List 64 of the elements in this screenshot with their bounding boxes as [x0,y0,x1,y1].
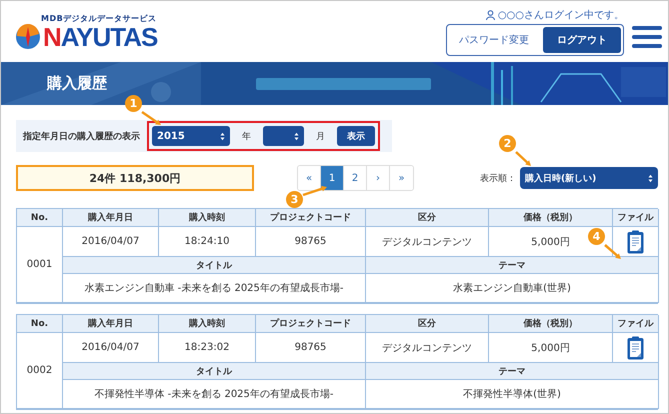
column-header: プロジェクトコード [256,209,366,227]
column-header: 購入時刻 [159,209,256,227]
logout-button[interactable]: ログアウト [543,26,621,52]
caret-icon [648,174,653,182]
column-header: No. [17,209,63,227]
column-header: テーマ [366,363,659,380]
table-cell: 0001 [17,227,63,303]
login-status: ○○○さんログイン中です。 [498,8,624,22]
table-cell: 98765 [256,333,366,363]
year-unit: 年 [241,130,252,142]
month-select[interactable] [263,126,304,146]
filter-label: 指定年月日の購入履歴の表示 [23,130,140,142]
logo-tagline: MDBデジタルデータサービス [41,13,158,24]
column-header: 区分 [366,315,489,333]
column-header: テーマ [366,257,659,274]
month-unit: 月 [315,130,326,142]
table-cell: 18:23:02 [159,333,256,363]
caret-icon [294,132,299,140]
annotation-badge: 2 [499,135,516,152]
table-cell: 18:24:10 [159,227,256,257]
table-cell: 不揮発性半導体(世界) [366,380,659,409]
summary-box: 24件 118,300円 [16,165,254,191]
column-header: 購入年月日 [63,209,159,227]
caret-icon [220,132,225,140]
year-select[interactable]: 2015 [152,126,230,146]
column-header: プロジェクトコード [256,315,366,333]
show-button[interactable]: 表示 [337,126,375,146]
logo-wordmark: NAYUTAS [43,24,158,50]
table-cell: 不揮発性半導体 -未来を創る 2025年の有望成長市場- [63,380,366,409]
user-icon [486,10,495,20]
annotation-badge: 1 [125,95,142,112]
table-cell: 2016/04/07 [63,333,159,363]
column-header: No. [17,315,63,333]
column-header: タイトル [63,257,366,274]
table-cell: デジタルコンテンツ [366,227,489,257]
table-cell: 98765 [256,227,366,257]
sort-select[interactable]: 購入日時(新しい) [520,167,658,189]
page-link[interactable]: « [298,166,321,190]
sort-label: 表示順： [480,172,516,184]
column-header: 価格（税別） [489,315,613,333]
menu-icon[interactable] [632,26,662,48]
column-header: ファイル [613,315,659,333]
table-cell: 0002 [17,333,63,409]
table-cell: デジタルコンテンツ [366,333,489,363]
column-header: タイトル [63,363,366,380]
column-header: 区分 [366,209,489,227]
page-link[interactable]: 1 [321,166,344,190]
annotation-arrow [604,244,621,259]
clipboard-icon[interactable] [627,230,644,254]
annotation-arrow [515,151,531,166]
page-title: 購入履歴 [47,74,107,93]
column-header: 購入年月日 [63,315,159,333]
clipboard-icon[interactable] [627,336,644,360]
annotation-badge: 3 [286,191,303,208]
table-cell: 2016/04/07 [63,227,159,257]
column-header: 価格（税別） [489,209,613,227]
table-cell: 水素エンジン自動車(世界) [366,274,659,303]
table-cell: 水素エンジン自動車 -未来を創る 2025年の有望成長市場- [63,274,366,303]
column-header: 購入時刻 [159,315,256,333]
annotation-arrow [141,110,161,125]
annotation-arrow [302,186,327,196]
table-cell: 5,000円 [489,333,613,363]
logo-icon [15,24,41,50]
column-header: ファイル [613,209,659,227]
